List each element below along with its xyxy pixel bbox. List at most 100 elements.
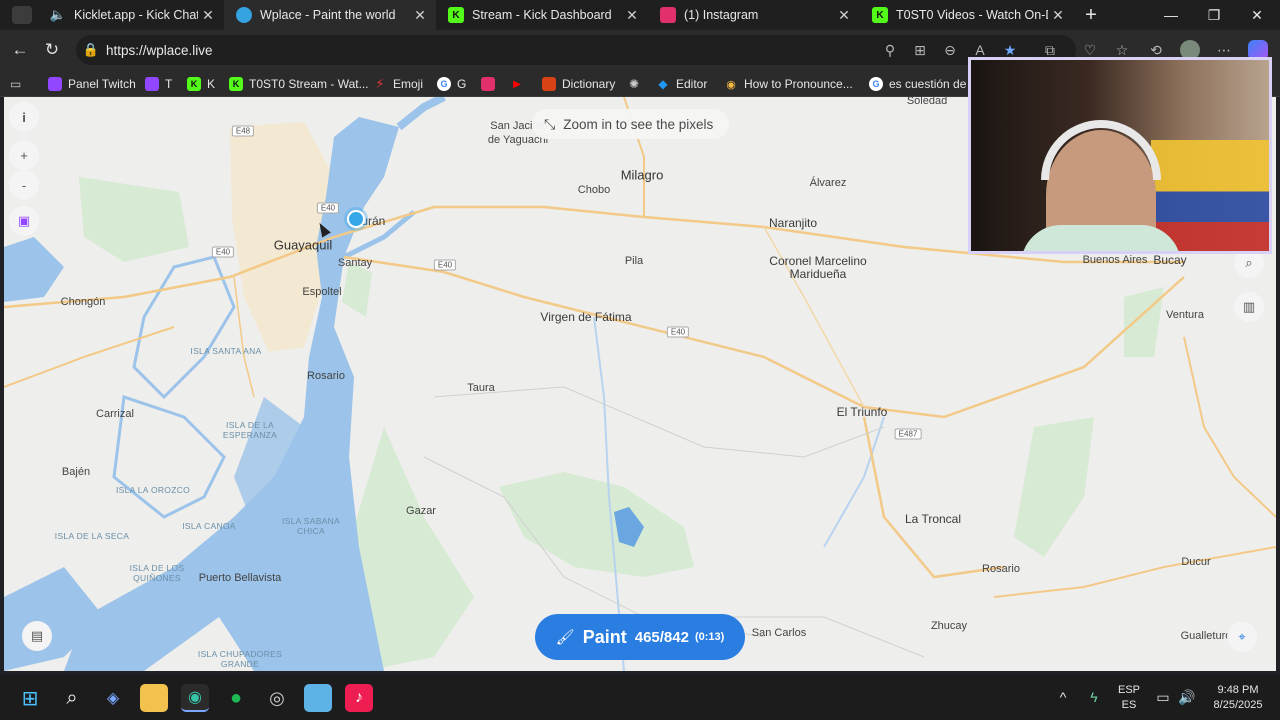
- twitch-icon: [145, 77, 159, 91]
- place-label: ISLA DE LA SECA: [54, 531, 130, 541]
- place-label: Pila: [624, 255, 644, 267]
- zoom-hint-icon: ⤡: [544, 115, 556, 132]
- search-icon[interactable]: ⌕: [58, 684, 86, 712]
- new-tab-icon[interactable]: +: [1070, 0, 1112, 30]
- bookmark-es-cuestion[interactable]: Ges cuestión de t: [869, 74, 973, 94]
- paint-timer: (0:13): [694, 631, 725, 643]
- apps-icon[interactable]: ⊞: [910, 40, 930, 60]
- tab-instagram[interactable]: (1) Instagram ✕: [648, 0, 860, 30]
- display-icon[interactable]: ▭: [1152, 675, 1174, 720]
- kick-icon: K: [872, 7, 888, 23]
- reading-list-icon[interactable]: ▭: [10, 74, 21, 94]
- tiktok-icon[interactable]: ♪: [345, 684, 373, 712]
- tab-wplace[interactable]: Wplace - Paint the world ✕: [224, 0, 436, 30]
- place-label: ISLA CHUPADORES: [197, 649, 283, 659]
- zoom-in-button[interactable]: +: [9, 140, 39, 170]
- road-shield: E40: [316, 202, 340, 214]
- clock[interactable]: 9:48 PM 8/25/2025: [1202, 675, 1274, 720]
- info-button[interactable]: i: [9, 102, 39, 132]
- place-label: Chobo: [577, 184, 611, 196]
- place-label: GRANDE: [220, 659, 260, 669]
- place-label: Bajén: [61, 466, 91, 478]
- road-shield: E40: [666, 326, 690, 338]
- location-marker[interactable]: [347, 210, 365, 228]
- place-label: Virgen de Fátima: [540, 310, 632, 324]
- instagram-icon: [660, 7, 676, 23]
- tab-bar: 🔈 Kicklet.app - Kick Chatbot ✕ Wplace - …: [0, 0, 1280, 30]
- tray-chevron-icon[interactable]: ^: [1052, 675, 1074, 720]
- bookmark-g[interactable]: GG: [437, 74, 466, 94]
- back-icon[interactable]: ←: [8, 38, 32, 62]
- bookmark-t[interactable]: T: [145, 74, 172, 94]
- place-label: San Carlos: [751, 627, 807, 639]
- place-label: Zhucay: [930, 620, 968, 632]
- bookmark-k[interactable]: KK: [187, 74, 215, 94]
- close-window-icon[interactable]: ✕: [1236, 0, 1278, 30]
- close-tab-icon[interactable]: ✕: [410, 7, 430, 24]
- bookmark-emoji[interactable]: ⚡ Emoji: [373, 74, 423, 94]
- paint-button[interactable]: 🖌 Paint 465/842 (0:13): [535, 614, 745, 660]
- speaker-icon[interactable]: 🔈: [50, 7, 66, 23]
- bookmark-tosto-stream[interactable]: K T0ST0 Stream - Wat...: [229, 74, 369, 94]
- tab-kicklet[interactable]: 🔈 Kicklet.app - Kick Chatbot ✕: [38, 0, 224, 30]
- edge-browser-icon[interactable]: ◉: [181, 684, 209, 712]
- network-activity-icon[interactable]: ϟ: [1082, 675, 1106, 720]
- bookmark-openai[interactable]: ✺: [627, 74, 647, 94]
- app-icon[interactable]: ◈: [99, 684, 127, 712]
- bookmark-label: T0ST0 Stream - Wat...: [249, 77, 369, 91]
- place-label: Milagro: [620, 167, 664, 183]
- kick-icon: K: [229, 77, 243, 91]
- restore-icon[interactable]: ❐: [1193, 0, 1235, 30]
- place-label: Chongón: [60, 296, 106, 308]
- my-location-button[interactable]: ⌖: [1227, 622, 1257, 652]
- spotify-icon[interactable]: ●: [222, 684, 250, 712]
- clock-time: 9:48 PM: [1217, 683, 1259, 696]
- twitch-button[interactable]: ▣: [9, 206, 39, 236]
- windows-start-icon[interactable]: ⊞: [16, 684, 44, 712]
- zoom-hint-text: Zoom in to see the pixels: [563, 116, 714, 132]
- lock-icon[interactable]: 🔒: [76, 42, 106, 58]
- place-label: Rosario: [982, 563, 1020, 575]
- bookmark-label: Panel Twitch: [68, 77, 136, 91]
- refresh-icon[interactable]: ↻: [40, 38, 64, 62]
- close-tab-icon[interactable]: ✕: [622, 7, 642, 24]
- layers-button[interactable]: ▤: [22, 621, 52, 651]
- leaderboard-button[interactable]: ▥: [1234, 292, 1264, 322]
- location-icon[interactable]: ⚲: [880, 40, 900, 60]
- file-explorer-icon[interactable]: [140, 684, 168, 712]
- zoom-out-button[interactable]: -: [9, 170, 39, 200]
- place-label: Espoltel: [302, 286, 342, 298]
- bookmark-instagram[interactable]: [481, 74, 501, 94]
- zoom-icon[interactable]: ⊖: [940, 40, 960, 60]
- bookmark-dictionary[interactable]: Dictionary: [542, 74, 615, 94]
- tab-actions-icon[interactable]: [12, 6, 32, 24]
- close-tab-icon[interactable]: ✕: [834, 7, 854, 24]
- language-indicator[interactable]: ESP ES: [1112, 675, 1146, 720]
- tab-title: T0ST0 Videos - Watch On-Dem: [896, 8, 1048, 22]
- webcam-headset: [1041, 120, 1161, 180]
- close-tab-icon[interactable]: ✕: [198, 7, 218, 24]
- tab-kick-dashboard[interactable]: K Stream - Kick Dashboard ✕: [436, 0, 648, 30]
- obs-icon[interactable]: ◎: [263, 684, 291, 712]
- webcam-shirt: [1021, 225, 1181, 251]
- place-label: ISLA SABANA: [281, 516, 341, 526]
- bookmark-youtube[interactable]: ▶: [510, 74, 530, 94]
- place-label: Rosario: [307, 370, 345, 382]
- bookmark-how-to-pronounce[interactable]: ◉ How to Pronounce...: [724, 74, 853, 94]
- kick-icon: K: [448, 7, 464, 23]
- minimize-icon[interactable]: —: [1150, 0, 1192, 30]
- bookmark-panel-twitch[interactable]: Panel Twitch: [48, 74, 136, 94]
- url-text: https://wplace.live: [106, 42, 213, 58]
- place-label: ISLA LA OROZCO: [115, 485, 191, 495]
- twitch-icon: [48, 77, 62, 91]
- place-label: Soledad: [906, 97, 948, 107]
- kick-icon: K: [187, 77, 201, 91]
- volume-icon[interactable]: 🔊: [1176, 675, 1198, 720]
- bookmark-editor[interactable]: ◆ Editor: [656, 74, 707, 94]
- notepad-icon[interactable]: [304, 684, 332, 712]
- place-label: Ventura: [1166, 309, 1204, 321]
- place-label: Guayaquil: [273, 237, 333, 253]
- close-tab-icon[interactable]: ✕: [1048, 7, 1068, 24]
- tab-tosto-videos[interactable]: K T0ST0 Videos - Watch On-Dem ✕: [860, 0, 1074, 30]
- openai-icon: ✺: [628, 77, 640, 91]
